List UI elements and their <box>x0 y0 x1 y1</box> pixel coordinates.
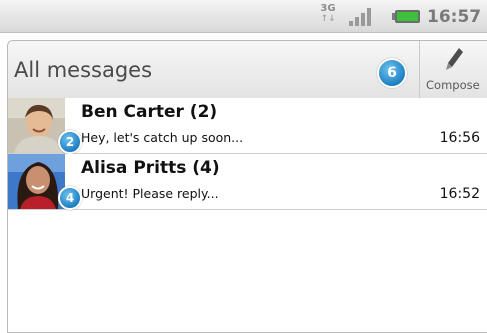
unread-badge: 2 <box>58 130 82 154</box>
compose-label: Compose <box>426 78 480 92</box>
status-bar: 3G ↑↓ 16:57 <box>0 0 487 33</box>
battery-icon <box>392 10 420 23</box>
pencil-icon <box>446 48 463 70</box>
unread-count-badge: 6 <box>377 58 407 88</box>
thread-row-alisa-pritts[interactable]: 4 Alisa Pritts (4) Urgent! Please reply.… <box>8 154 487 210</box>
avatar[interactable] <box>8 98 65 153</box>
message-preview: Hey, let's catch up soon... <box>81 130 244 145</box>
message-time: 16:52 <box>439 186 480 202</box>
page-title: All messages <box>14 58 153 82</box>
app-header: All messages 6 Compose <box>8 41 487 99</box>
network-type-label: 3G <box>320 3 336 14</box>
avatar[interactable] <box>8 154 65 209</box>
contact-name: Alisa Pritts (4) <box>81 158 220 178</box>
status-clock: 16:57 <box>427 7 482 27</box>
unread-badge: 4 <box>58 186 82 210</box>
message-time: 16:56 <box>439 130 480 146</box>
signal-icon <box>349 8 371 26</box>
thread-row-ben-carter[interactable]: 2 Ben Carter (2) Hey, let's catch up soo… <box>8 98 487 154</box>
compose-button[interactable]: Compose <box>420 41 487 98</box>
contact-name: Ben Carter (2) <box>81 102 218 122</box>
messages-app: All messages 6 Compose 2 Ben Carter (2) … <box>7 40 487 333</box>
network-3g-icon: 3G ↑↓ <box>320 3 336 25</box>
message-preview: Urgent! Please reply... <box>81 186 219 201</box>
